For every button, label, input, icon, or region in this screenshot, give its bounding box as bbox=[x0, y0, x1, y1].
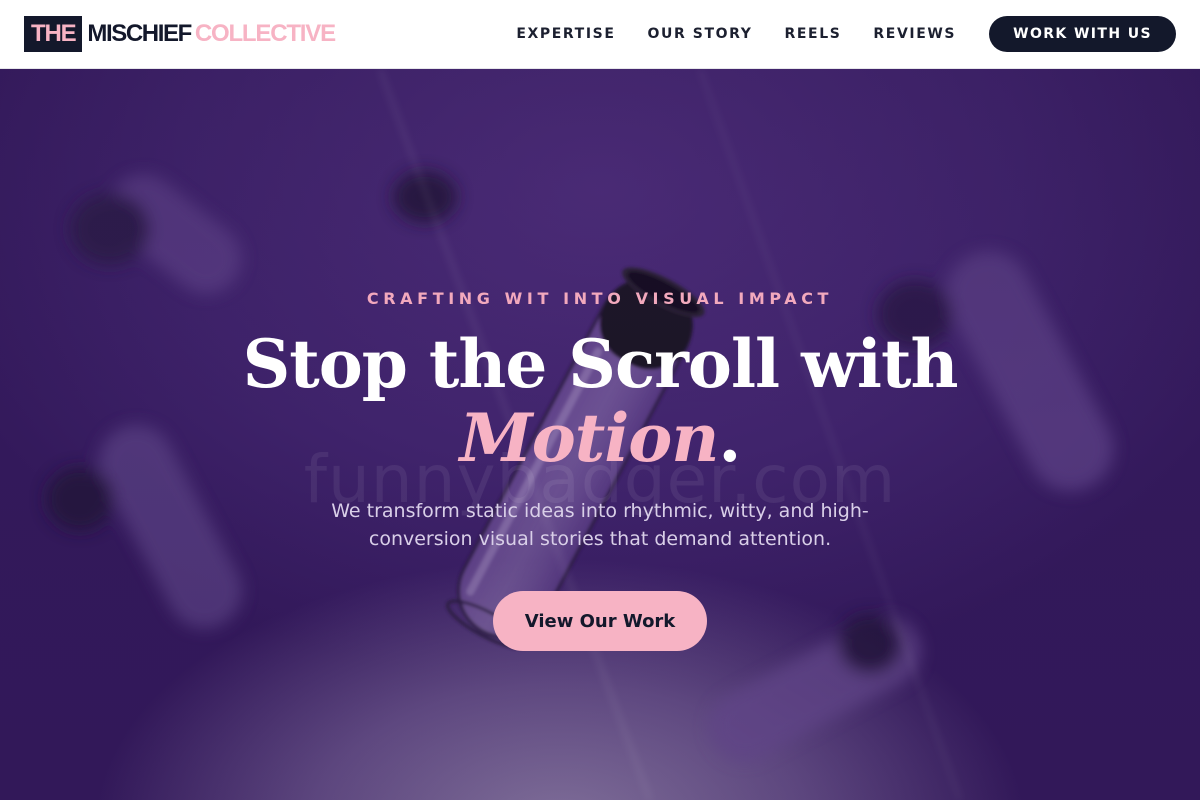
logo-the: THE bbox=[24, 16, 83, 52]
nav-link-reviews[interactable]: REVIEWS bbox=[873, 26, 956, 42]
logo-collective: COLLECTIVE bbox=[194, 20, 336, 47]
nav-link-expertise[interactable]: EXPERTISE bbox=[516, 26, 615, 42]
hero-content: CRAFTING WIT INTO VISUAL IMPACT funnybad… bbox=[0, 69, 1200, 800]
hero-subtitle: We transform static ideas into rhythmic,… bbox=[331, 500, 869, 550]
headline-period: . bbox=[718, 399, 741, 477]
main-nav: EXPERTISE OUR STORY REELS REVIEWS WORK W… bbox=[516, 16, 1176, 52]
hero-section: CRAFTING WIT INTO VISUAL IMPACT funnybad… bbox=[0, 69, 1200, 800]
hero-eyebrow: CRAFTING WIT INTO VISUAL IMPACT bbox=[366, 289, 834, 308]
view-our-work-button[interactable]: View Our Work bbox=[493, 591, 707, 651]
nav-link-our-story[interactable]: OUR STORY bbox=[647, 26, 752, 42]
hero-headline: Stop the Scroll with Motion. bbox=[0, 327, 1200, 475]
logo-mischief: MISCHIEF bbox=[87, 20, 192, 47]
nav-link-reels[interactable]: REELS bbox=[785, 26, 842, 42]
work-with-us-button[interactable]: WORK WITH US bbox=[989, 16, 1176, 52]
headline-line1: Stop the Scroll with bbox=[242, 325, 959, 403]
headline-accent: Motion bbox=[459, 399, 720, 477]
site-header: THE MISCHIEF COLLECTIVE EXPERTISE OUR ST… bbox=[0, 0, 1200, 69]
brand-logo[interactable]: THE MISCHIEF COLLECTIVE bbox=[24, 16, 336, 52]
